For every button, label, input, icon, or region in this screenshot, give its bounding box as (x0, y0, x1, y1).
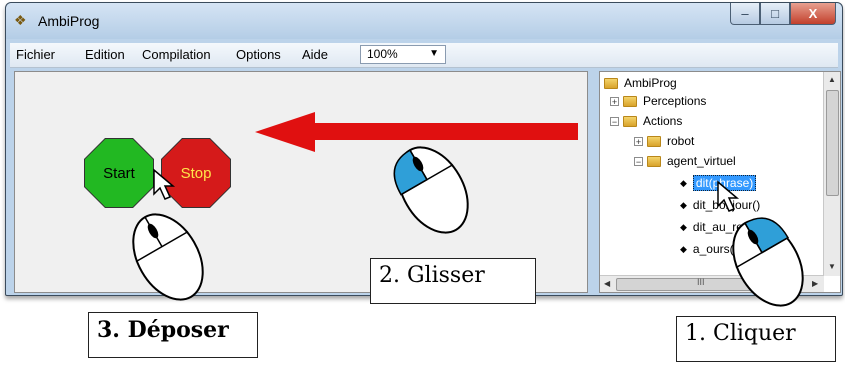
scroll-up-icon[interactable]: ▲ (828, 75, 836, 84)
scroll-left-icon[interactable]: ◀ (604, 279, 610, 288)
menu-bar: Fichier Edition Compilation Options Aide… (10, 43, 838, 68)
step3-label: 3. Déposer (88, 312, 258, 358)
tree-root-label: AmbiProg (624, 76, 677, 90)
scroll-down-icon[interactable]: ▼ (828, 262, 836, 271)
folder-icon (647, 155, 661, 167)
folder-icon (623, 95, 637, 107)
expand-icon[interactable]: + (610, 96, 619, 106)
collapse-icon[interactable]: − (610, 116, 619, 126)
arrow-head (255, 112, 315, 152)
collapse-icon[interactable]: − (634, 156, 643, 166)
menu-edition[interactable]: Edition (85, 47, 125, 62)
maximize-button[interactable]: □ (760, 3, 790, 25)
scroll-grip-mark: III (697, 277, 705, 287)
tree-item-actions[interactable]: − Actions (610, 112, 682, 130)
tree-item-label: Actions (643, 114, 683, 128)
diamond-icon: ◆ (680, 177, 687, 188)
folder-icon (604, 77, 618, 89)
diamond-icon: ◆ (680, 221, 687, 232)
menu-options[interactable]: Options (236, 47, 281, 62)
zoom-select[interactable]: 100% ▼ (360, 45, 446, 64)
vertical-scroll-thumb[interactable] (826, 90, 839, 196)
tree-item-label: robot (667, 134, 695, 148)
tree-item-label: Perceptions (643, 94, 707, 108)
mouse-drop-icon (132, 213, 204, 301)
tree-root[interactable]: AmbiProg (604, 74, 677, 92)
diamond-icon: ◆ (680, 243, 687, 254)
step2-label: 2. Glisser (370, 258, 536, 304)
tree-item-label: agent_virtuel (667, 154, 736, 168)
app-icon: ❖ (14, 12, 27, 28)
menu-aide[interactable]: Aide (302, 47, 328, 62)
step1-label: 1. Cliquer (676, 316, 836, 362)
tree-item-robot[interactable]: + robot (634, 132, 694, 150)
vertical-scrollbar[interactable]: ▲ ▼ (823, 72, 840, 276)
window-controls: – □ X (730, 3, 836, 25)
mouse-click-icon (732, 217, 804, 307)
stop-block-label: Stop (180, 164, 212, 182)
folder-icon (623, 115, 637, 127)
diamond-icon: ◆ (680, 199, 687, 210)
mouse-drag-icon (393, 146, 469, 234)
title-bar[interactable]: ❖ AmbiProg – □ X (6, 3, 842, 39)
window-title: AmbiProg (38, 13, 100, 29)
minimize-button[interactable]: – (730, 3, 760, 25)
zoom-value: 100% (367, 47, 398, 61)
menu-compilation[interactable]: Compilation (142, 47, 211, 62)
menu-fichier[interactable]: Fichier (16, 47, 55, 62)
close-button[interactable]: X (790, 3, 836, 25)
chevron-down-icon: ▼ (429, 48, 439, 59)
folder-icon (647, 135, 661, 147)
tree-item-agent-virtuel[interactable]: − agent_virtuel (634, 152, 736, 170)
expand-icon[interactable]: + (634, 136, 643, 146)
tree-item-perceptions[interactable]: + Perceptions (610, 92, 706, 110)
cursor-icon (153, 168, 176, 200)
start-block-label: Start (103, 164, 135, 182)
